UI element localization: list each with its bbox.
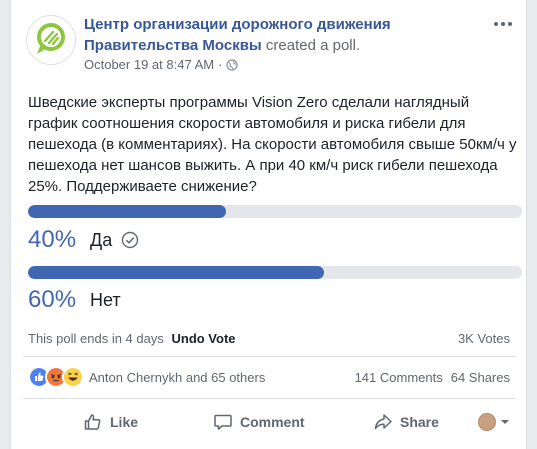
poll-ends-text: This poll ends in 4 days (28, 331, 164, 346)
more-options-icon[interactable] (492, 18, 514, 30)
viewer-avatar (478, 413, 496, 431)
divider (23, 398, 516, 399)
poll-votes-count[interactable]: 3K Votes (458, 331, 510, 346)
post-text: Шведские эксперты программы Vision Zero … (28, 94, 517, 195)
poll-bar-option-1[interactable] (28, 205, 522, 218)
poll-label-option-2[interactable]: Нет (90, 290, 121, 311)
post-as-selector[interactable] (478, 413, 510, 431)
like-label: Like (110, 414, 139, 430)
meta-separator: · (218, 57, 223, 72)
page-name-link[interactable]: Центр организации дорожного движения (84, 16, 391, 33)
reactions-summary[interactable]: Anton Chernykh and 65 others (28, 366, 265, 388)
thumbs-up-icon (84, 414, 101, 430)
poll-label-option-1[interactable]: Да (90, 230, 112, 251)
poll-bar-fill-option-1 (28, 205, 226, 218)
haha-reaction-icon (62, 366, 84, 388)
share-button[interactable]: Share (373, 412, 439, 432)
comment-icon (214, 414, 232, 430)
shares-count-link[interactable]: 64 Shares (451, 370, 510, 385)
page-avatar[interactable] (26, 15, 76, 65)
comment-label: Comment (240, 414, 305, 430)
post-card: Центр организации дорожного движения Пра… (10, 0, 527, 449)
globe-icon[interactable] (226, 58, 239, 71)
poll-bar-fill-option-2 (28, 266, 325, 279)
like-button[interactable]: Like (83, 412, 138, 432)
post-header: Центр организации дорожного движения Пра… (84, 14, 484, 72)
undo-vote-button[interactable]: Undo Vote (171, 331, 235, 346)
comment-button[interactable]: Comment (213, 412, 305, 432)
page-name-link-line2[interactable]: Правительства Москвы (84, 37, 262, 54)
reactors-text[interactable]: Anton Chernykh and 65 others (89, 370, 265, 385)
chevron-down-icon (501, 420, 509, 424)
poll-percent-option-1: 40% (28, 226, 77, 253)
post-meta: October 19 at 8:47 AM · (84, 57, 484, 72)
engagement-stats: 141 Comments 64 Shares (355, 370, 510, 385)
divider (23, 356, 516, 357)
voted-check-icon (121, 231, 139, 249)
post-timestamp[interactable]: October 19 at 8:47 AM (84, 57, 214, 72)
share-label: Share (400, 414, 439, 430)
traffic-center-logo-icon (37, 23, 65, 54)
comments-count-link[interactable]: 141 Comments (355, 370, 443, 385)
poll-bar-option-2[interactable] (28, 266, 522, 279)
poll-footer: This poll ends in 4 days Undo Vote (28, 331, 236, 346)
poll-percent-option-2: 60% (28, 286, 77, 313)
share-arrow-icon (374, 414, 392, 430)
post-actions-bar: Like Comment Share (23, 404, 516, 440)
post-action-text: created a poll. (265, 37, 361, 54)
